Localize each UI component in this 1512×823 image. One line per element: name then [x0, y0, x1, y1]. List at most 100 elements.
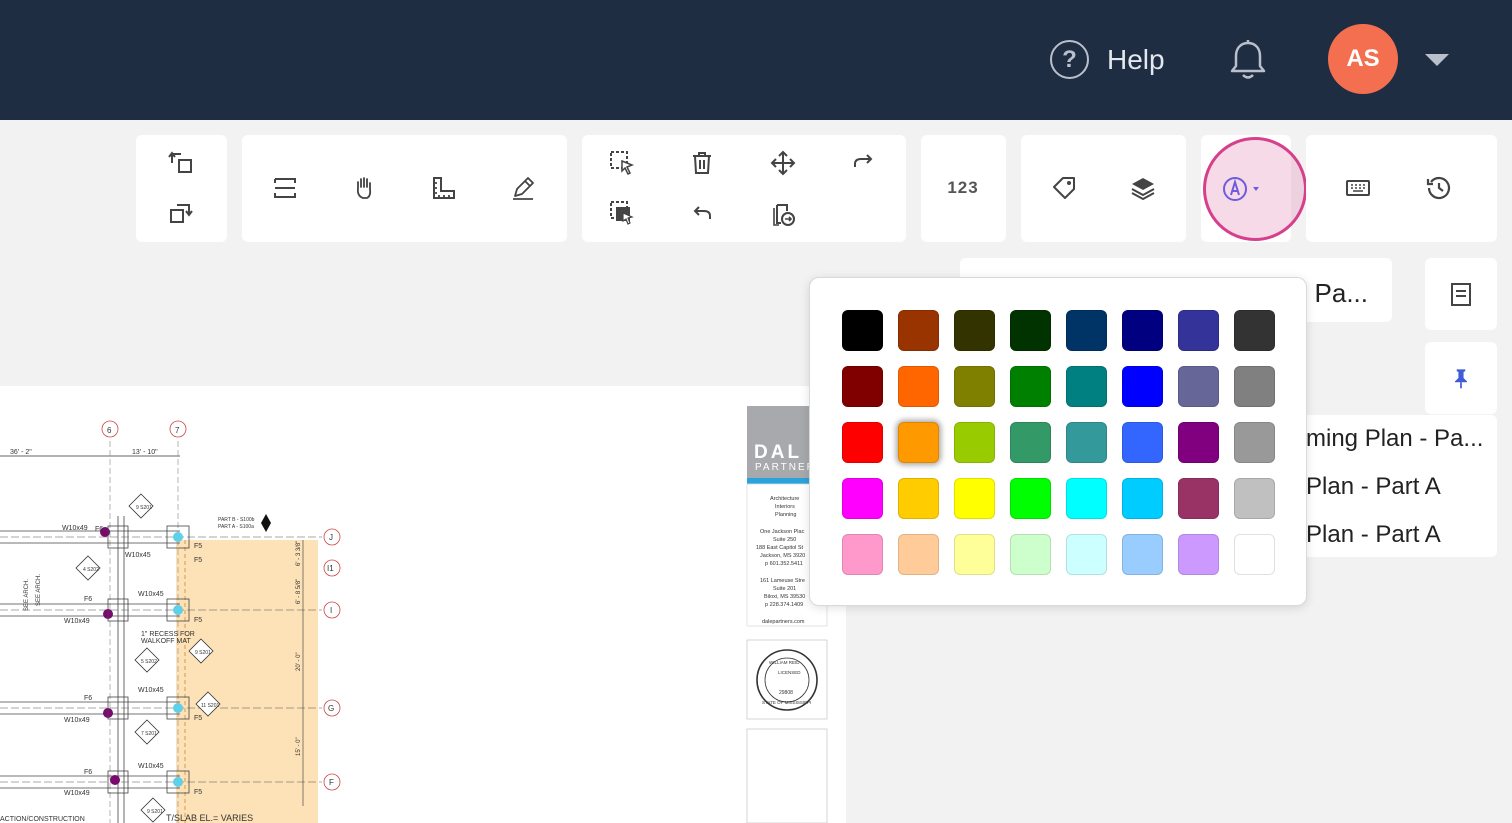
- pin-button[interactable]: [1425, 342, 1497, 414]
- drawing-canvas[interactable]: 36' - 2" 13' - 10" 6 7 J I1 I G F W10x49…: [0, 386, 846, 823]
- color-swatch[interactable]: [1122, 422, 1163, 463]
- firm-website: dalepartners.com: [762, 619, 805, 625]
- sheet-list-item[interactable]: ming Plan - Pa...: [1306, 425, 1483, 453]
- color-swatch[interactable]: [1066, 534, 1107, 575]
- color-swatch[interactable]: [1178, 366, 1219, 407]
- document-tab-label: Pa...: [1314, 278, 1368, 308]
- footing-label: F5: [194, 789, 202, 796]
- color-swatch[interactable]: [1010, 366, 1051, 407]
- toolbar-group-rotate: [136, 135, 227, 242]
- avatar[interactable]: AS: [1328, 24, 1398, 94]
- count-tool-button[interactable]: 123: [941, 166, 985, 210]
- select-filled-icon[interactable]: [600, 191, 644, 235]
- beam-label: W10x49: [64, 717, 90, 724]
- color-swatch[interactable]: [1066, 422, 1107, 463]
- section-tag: 9 S201: [195, 650, 211, 656]
- layers-icon[interactable]: [1121, 166, 1165, 210]
- section-tag: 11 S201: [201, 703, 219, 709]
- color-swatch[interactable]: [1122, 534, 1163, 575]
- color-swatch[interactable]: [898, 534, 939, 575]
- sheet-list-item[interactable]: Plan - Part A: [1306, 473, 1441, 501]
- redo-icon[interactable]: [841, 141, 885, 185]
- vertical-dim: 6' - 8 5/8": [296, 579, 302, 604]
- grid-col-label: 6: [107, 426, 112, 435]
- color-swatch[interactable]: [1234, 422, 1275, 463]
- count-tool-label: 123: [947, 178, 979, 197]
- color-swatch[interactable]: [1122, 366, 1163, 407]
- color-swatch[interactable]: [1010, 478, 1051, 519]
- color-swatch[interactable]: [1178, 310, 1219, 351]
- bell-icon[interactable]: [1228, 38, 1268, 82]
- color-swatch[interactable]: [898, 478, 939, 519]
- split-view-icon[interactable]: [263, 166, 307, 210]
- toolbar-group-misc: [1306, 135, 1497, 242]
- account-menu-chevron-down-icon[interactable]: [1425, 54, 1449, 66]
- firm-service: Planning: [775, 512, 796, 518]
- move-icon[interactable]: [761, 141, 805, 185]
- select-area-icon[interactable]: [600, 141, 644, 185]
- color-swatch[interactable]: [1122, 310, 1163, 351]
- color-swatch[interactable]: [1234, 310, 1275, 351]
- color-swatch[interactable]: [842, 422, 883, 463]
- beam-label: W10x49: [64, 790, 90, 797]
- beam-label: W10x49: [64, 618, 90, 625]
- color-swatch[interactable]: [1234, 534, 1275, 575]
- sheet-list-item[interactable]: Plan - Part A: [1306, 521, 1441, 549]
- color-swatch[interactable]: [898, 422, 939, 463]
- footing-label: F6: [95, 526, 103, 533]
- color-swatch[interactable]: [1178, 534, 1219, 575]
- grid-row-label: G: [328, 704, 334, 713]
- seal-text: LICENSED: [778, 670, 801, 675]
- color-swatch[interactable]: [842, 310, 883, 351]
- toolbar-group-organize: [1021, 135, 1186, 242]
- vertical-dim: 20' - 0": [296, 652, 302, 671]
- sheet-list: ming Plan - Pa... Plan - Part A Plan - P…: [1290, 415, 1497, 557]
- color-swatch[interactable]: [954, 534, 995, 575]
- color-swatch[interactable]: [842, 534, 883, 575]
- color-swatch[interactable]: [898, 366, 939, 407]
- floor-plan-drawing: 36' - 2" 13' - 10" 6 7 J I1 I G F W10x49…: [0, 406, 828, 823]
- color-swatch[interactable]: [842, 478, 883, 519]
- rotate-ccw-icon[interactable]: [159, 141, 203, 185]
- firm-address: p 228.374.1409: [765, 602, 803, 608]
- tag-icon[interactable]: [1042, 166, 1086, 210]
- help-button[interactable]: ? Help: [1050, 40, 1165, 79]
- color-swatch[interactable]: [1066, 366, 1107, 407]
- color-picker-button[interactable]: [1212, 167, 1274, 211]
- color-swatch[interactable]: [954, 422, 995, 463]
- history-icon[interactable]: [1417, 166, 1461, 210]
- seal-text: WILLIAM REID: [769, 660, 800, 665]
- measure-ruler-icon[interactable]: [422, 166, 466, 210]
- color-swatch[interactable]: [1010, 422, 1051, 463]
- color-swatch[interactable]: [1234, 478, 1275, 519]
- toolbar-group-navigation: [242, 135, 567, 242]
- color-swatch[interactable]: [1122, 478, 1163, 519]
- color-swatch[interactable]: [1234, 366, 1275, 407]
- notes-button[interactable]: [1425, 258, 1497, 330]
- seal-text: 29808: [779, 690, 793, 696]
- keyboard-icon[interactable]: [1336, 166, 1380, 210]
- section-tag: 7 S201: [141, 731, 157, 737]
- color-swatch[interactable]: [1178, 478, 1219, 519]
- color-swatch[interactable]: [954, 478, 995, 519]
- color-swatch[interactable]: [842, 366, 883, 407]
- color-swatch[interactable]: [1178, 422, 1219, 463]
- color-swatch[interactable]: [1066, 478, 1107, 519]
- undo-icon[interactable]: [680, 191, 724, 235]
- section-tag: 4 S202: [83, 567, 99, 573]
- color-swatch[interactable]: [1066, 310, 1107, 351]
- hand-pan-icon[interactable]: [342, 166, 386, 210]
- dim-label: 36' - 2": [10, 449, 32, 456]
- markup-pencil-icon[interactable]: [501, 166, 545, 210]
- color-swatch[interactable]: [954, 310, 995, 351]
- section-tag: 9 S201: [147, 809, 163, 815]
- color-swatch[interactable]: [898, 310, 939, 351]
- color-swatch[interactable]: [954, 366, 995, 407]
- color-swatch[interactable]: [1010, 534, 1051, 575]
- color-swatch[interactable]: [1010, 310, 1051, 351]
- rotate-cw-icon[interactable]: [159, 191, 203, 235]
- trash-icon[interactable]: [680, 141, 724, 185]
- grid-row-label: I1: [327, 564, 334, 573]
- copy-to-sheet-icon[interactable]: [761, 191, 805, 235]
- color-picker-popup: [809, 277, 1307, 606]
